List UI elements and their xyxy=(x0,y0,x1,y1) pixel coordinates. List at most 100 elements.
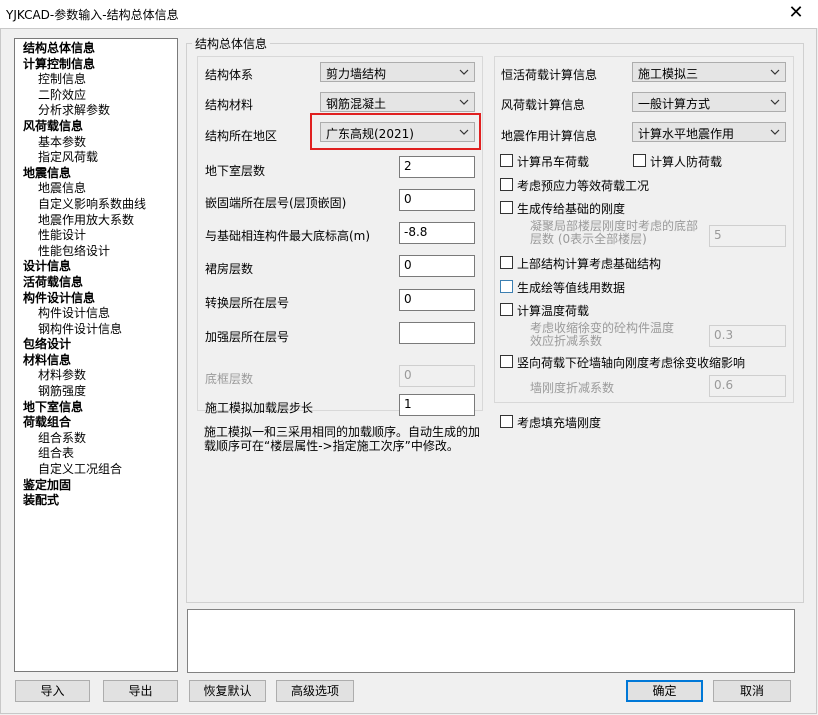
infill-checkbox[interactable] xyxy=(500,415,513,428)
tree-category[interactable]: 结构总体信息 xyxy=(23,41,177,57)
tree-item[interactable]: 基本参数 xyxy=(23,135,177,151)
wind-value: 一般计算方式 xyxy=(638,97,711,111)
struct-system-select[interactable]: 剪力墙结构 xyxy=(320,62,475,82)
struct-material-label: 结构材料 xyxy=(205,98,254,112)
frame-floor-label: 底框层数 xyxy=(205,372,254,386)
civil-defense-checkbox[interactable] xyxy=(633,154,646,167)
base-elev-input[interactable]: -8.8 xyxy=(399,222,475,244)
tree-item[interactable]: 组合系数 xyxy=(23,431,177,447)
tree-item[interactable]: 构件设计信息 xyxy=(23,306,177,322)
struct-system-value: 剪力墙结构 xyxy=(326,67,387,81)
seismic-value: 计算水平地震作用 xyxy=(638,127,735,141)
upper-floors-label: 凝聚局部楼层刚度时考虑的底部层数 (0表示全部楼层) xyxy=(530,219,699,246)
tree-item[interactable]: 材料参数 xyxy=(23,368,177,384)
window-title: YJKCAD-参数输入-结构总体信息 xyxy=(6,8,179,22)
tree-category[interactable]: 装配式 xyxy=(23,493,177,509)
restore-default-button[interactable]: 恢复默认 xyxy=(189,680,266,702)
tree-category[interactable]: 鉴定加固 xyxy=(23,478,177,494)
step-input[interactable]: 1 xyxy=(399,394,475,416)
tree-item[interactable]: 钢筋强度 xyxy=(23,384,177,400)
tree-item[interactable]: 组合表 xyxy=(23,446,177,462)
category-tree[interactable]: 结构总体信息 计算控制信息 控制信息 二阶效应 分析求解参数 风荷载信息 基本参数 指定风荷载… xyxy=(14,38,178,672)
tree-category[interactable]: 地震信息 xyxy=(23,166,177,182)
message-box xyxy=(187,609,795,673)
contour-checkbox[interactable] xyxy=(500,280,513,293)
frame-floor-input: 0 xyxy=(399,365,475,387)
shrink-input: 0.3 xyxy=(709,325,786,347)
base-elev-label: 与基础相连构件最大底标高(m) xyxy=(205,229,371,243)
chevron-down-icon xyxy=(770,99,780,105)
step-label: 施工模拟加载层步长 xyxy=(205,401,314,415)
strengthen-input[interactable] xyxy=(399,322,475,344)
contour-label: 生成绘等值线用数据 xyxy=(517,281,626,295)
foundation-stiffness-checkbox[interactable] xyxy=(500,201,513,214)
tree-item[interactable]: 分析求解参数 xyxy=(23,103,177,119)
temperature-checkbox[interactable] xyxy=(500,303,513,316)
podium-input[interactable]: 0 xyxy=(399,255,475,277)
foundation-stiffness-label: 生成传给基础的刚度 xyxy=(517,202,626,216)
tree-item[interactable]: 钢构件设计信息 xyxy=(23,322,177,338)
close-icon[interactable]: ✕ xyxy=(786,3,806,23)
tree-category[interactable]: 地下室信息 xyxy=(23,400,177,416)
wall-reduce-input: 0.6 xyxy=(709,375,786,397)
basement-input[interactable]: 2 xyxy=(399,156,475,178)
crane-checkbox[interactable] xyxy=(500,154,513,167)
tree-category[interactable]: 构件设计信息 xyxy=(23,291,177,307)
upper-found-label: 上部结构计算考虑基础结构 xyxy=(517,257,662,271)
tree-item[interactable]: 二阶效应 xyxy=(23,88,177,104)
infill-label: 考虑填充墙刚度 xyxy=(517,416,602,430)
tree-item[interactable]: 控制信息 xyxy=(23,72,177,88)
temperature-label: 计算温度荷载 xyxy=(517,304,590,318)
transfer-input[interactable]: 0 xyxy=(399,289,475,311)
title-bar: YJKCAD-参数输入-结构总体信息 ✕ xyxy=(0,0,818,28)
dead-live-select[interactable]: 施工模拟三 xyxy=(632,62,786,82)
tree-item[interactable]: 性能包络设计 xyxy=(23,244,177,260)
tree-category[interactable]: 材料信息 xyxy=(23,353,177,369)
tree-item[interactable]: 自定义工况组合 xyxy=(23,462,177,478)
shrink-label: 考虑收缩徐变的砼构件温度效应折减系数 xyxy=(530,321,675,348)
upper-found-checkbox[interactable] xyxy=(500,256,513,269)
tree-category[interactable]: 活荷载信息 xyxy=(23,275,177,291)
upper-floors-input: 5 xyxy=(709,225,786,247)
construction-note: 施工模拟一和三采用相同的加载顺序。自动生成的加载顺序可在“楼层属性->指定施工次… xyxy=(204,425,481,453)
creep-label: 竖向荷载下砼墙轴向刚度考虑徐变收缩影响 xyxy=(517,356,746,370)
tree-item[interactable]: 地震作用放大系数 xyxy=(23,213,177,229)
dead-live-value: 施工模拟三 xyxy=(638,67,699,81)
prestress-checkbox[interactable] xyxy=(500,178,513,191)
seismic-select[interactable]: 计算水平地震作用 xyxy=(632,122,786,142)
wind-select[interactable]: 一般计算方式 xyxy=(632,92,786,112)
embed-floor-input[interactable]: 0 xyxy=(399,189,475,211)
tree-category[interactable]: 风荷载信息 xyxy=(23,119,177,135)
export-button[interactable]: 导出 xyxy=(103,680,178,702)
transfer-label: 转换层所在层号 xyxy=(205,296,290,310)
advanced-options-button[interactable]: 高级选项 xyxy=(276,680,354,702)
creep-checkbox[interactable] xyxy=(500,355,513,368)
ok-button[interactable]: 确定 xyxy=(626,680,703,702)
tree-category[interactable]: 荷载组合 xyxy=(23,415,177,431)
tree-item[interactable]: 地震信息 xyxy=(23,181,177,197)
chevron-down-icon xyxy=(459,69,469,75)
embed-floor-label: 嵌固端所在层号(层顶嵌固) xyxy=(205,196,347,210)
highlight-box xyxy=(310,113,481,150)
tree-category[interactable]: 包络设计 xyxy=(23,337,177,353)
group-title: 结构总体信息 xyxy=(192,35,271,52)
struct-material-select[interactable]: 钢筋混凝土 xyxy=(320,92,475,112)
tree-item[interactable]: 指定风荷载 xyxy=(23,150,177,166)
dead-live-label: 恒活荷载计算信息 xyxy=(501,68,598,82)
seismic-label: 地震作用计算信息 xyxy=(501,129,598,143)
struct-system-label: 结构体系 xyxy=(205,68,254,82)
civil-defense-label: 计算人防荷载 xyxy=(650,155,723,169)
wall-reduce-label: 墙刚度折减系数 xyxy=(530,381,615,395)
chevron-down-icon xyxy=(770,69,780,75)
tree-category[interactable]: 计算控制信息 xyxy=(23,57,177,73)
chevron-down-icon xyxy=(770,129,780,135)
wind-label: 风荷载计算信息 xyxy=(501,98,586,112)
tree-category[interactable]: 设计信息 xyxy=(23,259,177,275)
region-label: 结构所在地区 xyxy=(205,129,278,143)
import-button[interactable]: 导入 xyxy=(15,680,90,702)
cancel-button[interactable]: 取消 xyxy=(713,680,791,702)
basement-label: 地下室层数 xyxy=(205,164,266,178)
tree-item[interactable]: 自定义影响系数曲线 xyxy=(23,197,177,213)
struct-material-value: 钢筋混凝土 xyxy=(326,97,387,111)
tree-item[interactable]: 性能设计 xyxy=(23,228,177,244)
